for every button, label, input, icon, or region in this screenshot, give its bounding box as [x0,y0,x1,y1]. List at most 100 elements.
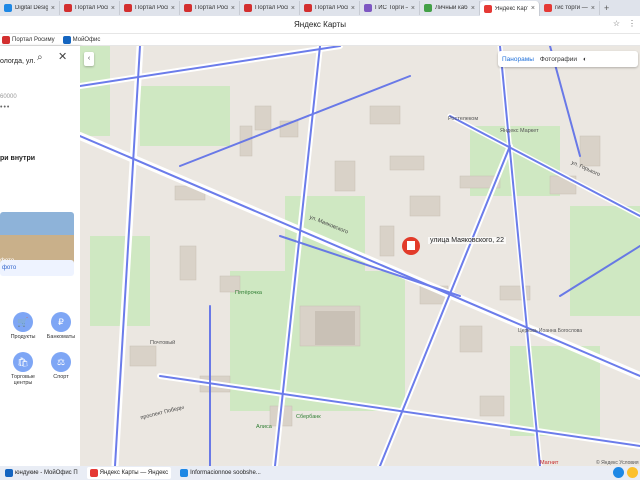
map-place-label[interactable]: Почтовый [150,340,175,346]
category-label: Торговые центры [11,374,35,386]
bookmarks-bar: Портал Росиму МойОфис [0,34,640,46]
tab-label: Портал Росим [75,5,108,11]
browser-title-bar: Яндекс Карты ☆ ⋮ [0,16,640,34]
address-pin-label[interactable]: улица Маяковского, 22 [428,237,506,244]
taskbar-item[interactable]: юндукие - МойОфис П [2,467,81,479]
browser-tab-bar: Digital Design×Портал Росим×Портал Росим… [0,0,640,16]
bookmark-favicon-icon [2,35,10,44]
map-place-label[interactable]: Ростелеком [448,116,478,122]
panoramas-button[interactable]: Панорамы [502,56,534,63]
tab-favicon-icon [364,4,372,12]
browser-tab[interactable]: Портал Росим× [240,1,300,15]
tab-favicon-icon [244,4,252,12]
category-products[interactable]: 🛒 Продукты [6,312,40,340]
browser-tab[interactable]: ГИС Торги – п× [360,1,420,15]
tray-app-icon[interactable] [613,467,624,478]
category-atms[interactable]: ₽ Банкоматы [44,312,78,340]
new-tab-button[interactable]: + [600,3,613,13]
os-taskbar: юндукие - МойОфис П Яндекс Карты — Яндекс… [0,466,640,480]
browser-tab[interactable]: Яндекс Карт × [480,1,540,16]
browser-tab[interactable]: Портал Росим× [300,1,360,15]
taskbar-app-icon [5,469,13,477]
tab-close-icon[interactable]: × [531,5,535,12]
search-icon[interactable]: ⌕ [37,52,43,63]
tab-favicon-icon [544,4,552,12]
taskbar-item[interactable]: Informacionnoe soobshe... [177,467,264,479]
cart-icon: 🛒 [13,312,33,332]
category-label: Продукты [10,334,36,340]
tab-close-icon[interactable]: × [351,5,355,12]
taskbar-label: Informacionnoe soobshe... [190,470,261,476]
collapse-panel-button[interactable]: ‹ [84,52,94,66]
photos-button[interactable]: Фотографии [540,56,577,63]
bag-icon: 🛍 [13,352,33,372]
tab-label: Личный кабин [435,5,468,11]
close-icon[interactable]: ✕ [58,50,67,63]
ruble-icon: ₽ [51,312,71,332]
browser-tab[interactable]: Портал Росим× [60,1,120,15]
tab-close-icon[interactable]: × [231,5,235,12]
map-canvas[interactable]: ‹ Панорамы Фотографии ◐ улица Маяковског… [80,46,640,466]
tab-favicon-icon [304,4,312,12]
map-place-label[interactable]: Церковь Иоанна Богослова [518,328,588,334]
category-malls[interactable]: 🛍 Торговые центры [6,352,40,386]
layers-icon[interactable]: ◐ [583,56,587,63]
tab-close-icon[interactable]: × [111,5,115,12]
menu-icon[interactable]: ⋮ [628,19,636,28]
taskbar-label: юндукие - МойОфис П [15,470,78,476]
photo-link-button[interactable]: фото [0,260,74,276]
bookmark-favicon-icon [62,35,71,44]
tab-label: Портал Росим [195,5,228,11]
tab-close-icon[interactable]: × [51,5,55,12]
tab-label: ГИС Торги – п [375,5,408,11]
bookmark-label: МойОфис [72,36,101,43]
browser-tab[interactable]: гис торги — Ян× [540,1,600,15]
tab-label: Портал Росиму [135,5,168,11]
tab-close-icon[interactable]: × [411,5,415,12]
taskbar-app-icon [180,469,189,477]
map-layer-controls: Панорамы Фотографии ◐ [498,51,638,67]
postal-code: 60000 [0,94,17,100]
bookmark-item[interactable]: МойОфис [62,35,101,44]
browser-tab[interactable]: Личный кабин× [420,1,480,15]
tab-close-icon[interactable]: × [291,5,295,12]
map-place-label[interactable]: Пятёрочка [235,290,262,296]
bookmark-star-icon[interactable]: ☆ [613,19,620,28]
browser-tab[interactable]: Портал Росим× [180,1,240,15]
map-graphics [80,46,640,466]
page-title: Яндекс Карты [294,20,346,29]
tab-close-icon[interactable]: × [471,5,475,12]
tab-favicon-icon [124,4,132,12]
tab-label: гис торги — Ян [555,5,588,11]
category-sport[interactable]: ⚖ Спорт [44,352,78,380]
tab-favicon-icon [484,4,492,13]
taskbar-item[interactable]: Яндекс Карты — Яндекс [86,467,172,479]
tab-label: Портал Росим [255,5,288,11]
tab-favicon-icon [184,4,192,12]
bookmark-item[interactable]: Портал Росиму [2,35,55,44]
location-pin-icon [402,237,420,255]
map-place-label[interactable]: Алиса [256,424,272,430]
taskbar-label: Яндекс Карты — Яндекс [99,470,169,476]
taskbar-app-icon [89,469,98,477]
toolbar-icons: ☆ ⋮ [613,19,636,28]
map-place-label[interactable]: Сбербанк [296,414,321,420]
map-place-label[interactable]: Яндекс Маркет [500,128,539,134]
browser-tab[interactable]: Digital Design× [0,1,60,15]
tab-label: Яндекс Карт [495,5,528,12]
search-side-panel: ологда, ул. ⌕ ✕ 60000 ••• ри внутри фото… [0,46,80,466]
tray-app-icon[interactable] [627,467,638,478]
tab-close-icon[interactable]: × [591,5,595,12]
category-label: Спорт [53,374,69,380]
bookmark-label: Портал Росиму [12,36,55,43]
tab-label: Digital Design [15,5,48,11]
search-input[interactable]: ологда, ул. [0,58,36,65]
tab-label: Портал Росим [315,5,348,11]
more-dots-icon[interactable]: ••• [0,104,10,111]
tab-favicon-icon [424,4,432,12]
tab-favicon-icon [4,4,12,12]
tab-close-icon[interactable]: × [171,5,175,12]
category-label: Банкоматы [46,334,76,340]
browser-tab[interactable]: Портал Росиму× [120,1,180,15]
system-tray [613,467,638,478]
